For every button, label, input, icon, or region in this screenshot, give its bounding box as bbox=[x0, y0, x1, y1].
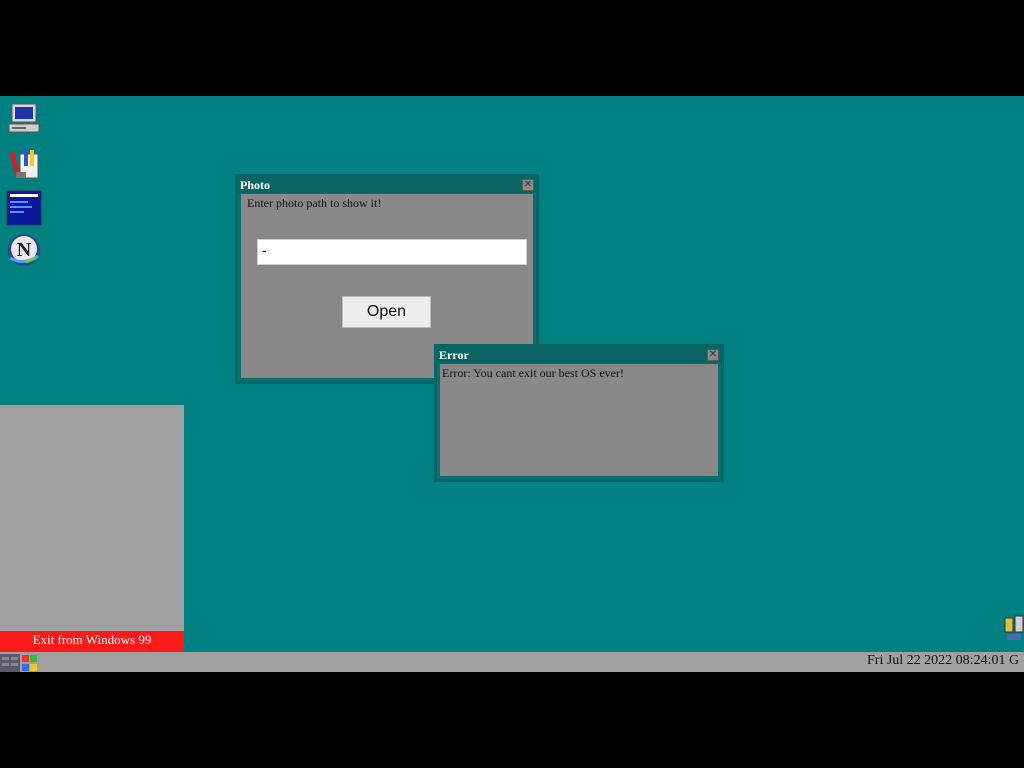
close-icon[interactable]: ✕ bbox=[522, 179, 534, 191]
photo-window-titlebar[interactable]: Photo ✕ bbox=[238, 177, 536, 193]
tray-people-icon[interactable] bbox=[1003, 614, 1024, 642]
taskbar: Fri Jul 22 2022 08:24:01 G bbox=[0, 652, 1024, 672]
photo-prompt: Enter photo path to show it! bbox=[247, 196, 382, 210]
error-window: Error ✕ Error: You cant exit our best OS… bbox=[434, 344, 724, 482]
blue-document-icon[interactable] bbox=[6, 190, 42, 226]
paint-tools-icon[interactable] bbox=[6, 146, 42, 182]
start-menu: Exit from Windows 99 bbox=[0, 405, 184, 652]
start-windows-icon[interactable] bbox=[0, 654, 38, 672]
close-icon[interactable]: ✕ bbox=[707, 349, 719, 361]
svg-text:N: N bbox=[17, 239, 32, 261]
my-computer-icon[interactable] bbox=[6, 102, 42, 138]
error-message: Error: You cant exit our best OS ever! bbox=[442, 366, 624, 380]
photo-window-title: Photo bbox=[240, 178, 270, 192]
open-button[interactable]: Open bbox=[342, 296, 431, 328]
photo-path-input[interactable]: - bbox=[257, 239, 527, 265]
desktop: N Photo ✕ Enter photo path to show it! -… bbox=[0, 96, 1024, 672]
error-window-title: Error bbox=[439, 348, 469, 362]
netscape-icon[interactable]: N bbox=[6, 232, 42, 268]
error-window-titlebar[interactable]: Error ✕ bbox=[437, 347, 721, 363]
taskbar-clock: Fri Jul 22 2022 08:24:01 G bbox=[867, 653, 1020, 668]
exit-windows-button[interactable]: Exit from Windows 99 bbox=[0, 631, 184, 652]
error-window-body: Error: You cant exit our best OS ever! bbox=[440, 364, 718, 476]
